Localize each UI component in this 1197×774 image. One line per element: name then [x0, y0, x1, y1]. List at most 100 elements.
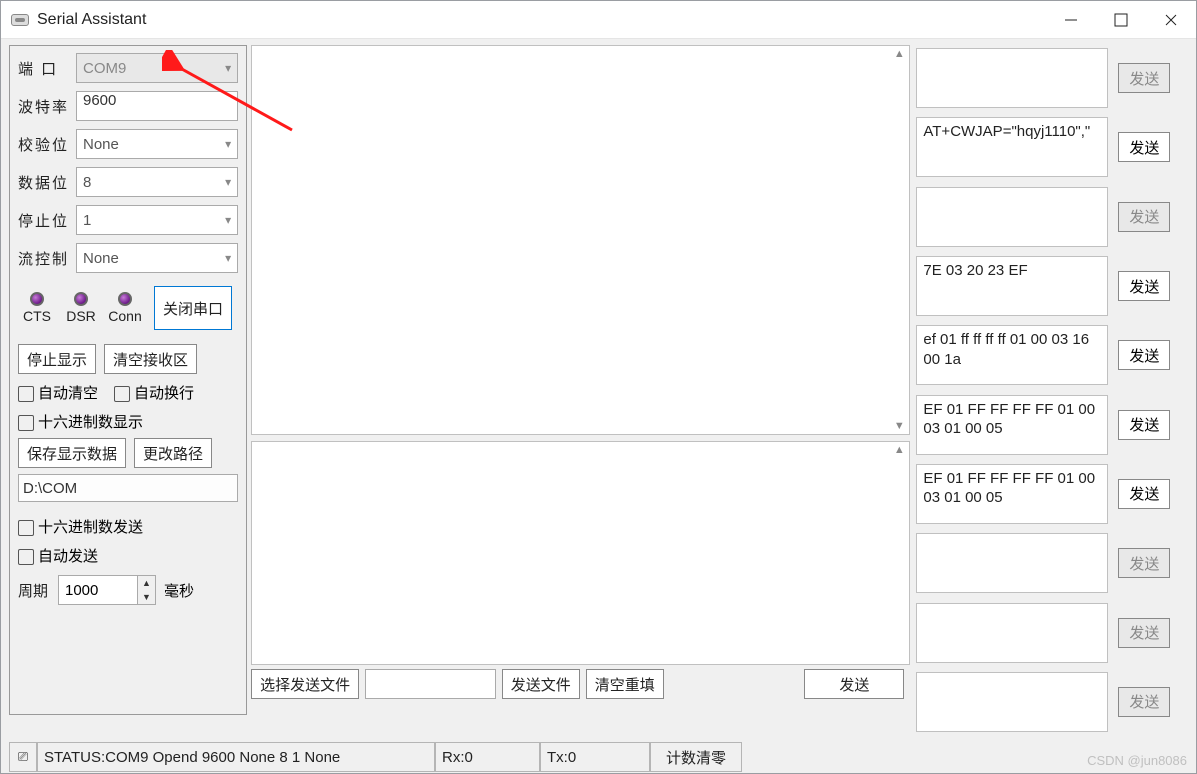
clear-refill-button[interactable]: 清空重填 — [586, 669, 664, 699]
auto-clear-checkbox[interactable]: 自动清空 — [18, 382, 98, 403]
status-text: STATUS:COM9 Opend 9600 None 8 1 None — [37, 742, 435, 772]
ms-label: 毫秒 — [164, 580, 194, 601]
close-button[interactable] — [1146, 1, 1196, 39]
hex-send-checkbox[interactable]: 十六进制数发送 — [18, 516, 143, 537]
parity-combo[interactable]: None▾ — [76, 129, 238, 159]
send-row: 发送 — [916, 45, 1190, 111]
auto-send-checkbox[interactable]: 自动发送 — [18, 545, 98, 566]
send-row: EF 01 FF FF FF FF 01 00 03 01 00 05 发送 — [916, 461, 1190, 527]
send-row-button[interactable]: 发送 — [1118, 340, 1170, 370]
send-text-input[interactable]: ef 01 ff ff ff ff 01 00 03 16 00 1a — [916, 325, 1108, 385]
baud-input[interactable]: 9600 — [76, 91, 238, 121]
spin-up-icon[interactable]: ▲ — [138, 576, 155, 590]
window-title: Serial Assistant — [37, 11, 146, 29]
clear-count-button[interactable]: 计数清零 — [650, 742, 742, 772]
send-text-input[interactable] — [916, 533, 1108, 593]
choose-file-button[interactable]: 选择发送文件 — [251, 669, 359, 699]
send-row-button: 发送 — [1118, 687, 1170, 717]
save-data-button[interactable]: 保存显示数据 — [18, 438, 126, 468]
stop-display-button[interactable]: 停止显示 — [18, 344, 96, 374]
chevron-down-icon: ▾ — [225, 175, 231, 189]
send-file-button[interactable]: 发送文件 — [502, 669, 580, 699]
path-display: D:\COM — [18, 474, 238, 502]
auto-clear-label: 自动清空 — [38, 385, 98, 402]
scroll-up-icon[interactable]: ▲ — [893, 444, 905, 456]
watermark: CSDN @jun8086 — [1087, 753, 1187, 768]
port-value: COM9 — [83, 60, 126, 77]
chevron-down-icon: ▾ — [225, 251, 231, 265]
send-text-input[interactable]: EF 01 FF FF FF FF 01 00 03 01 00 05 — [916, 464, 1108, 524]
send-row-button[interactable]: 发送 — [1118, 132, 1170, 162]
chevron-down-icon: ▾ — [225, 213, 231, 227]
titlebar: Serial Assistant — [1, 1, 1196, 39]
period-label: 周期 — [18, 580, 58, 601]
send-text-input[interactable] — [916, 48, 1108, 108]
multi-send-panel: 发送AT+CWJAP="hqyj1110","发送发送7E 03 20 23 E… — [916, 45, 1190, 735]
period-spinner[interactable]: 1000 ▲▼ — [58, 575, 156, 605]
send-row: 发送 — [916, 599, 1190, 665]
auto-send-label: 自动发送 — [38, 548, 98, 565]
send-row-button[interactable]: 发送 — [1118, 410, 1170, 440]
period-value: 1000 — [65, 582, 98, 599]
minimize-button[interactable] — [1046, 1, 1096, 39]
send-row-button: 发送 — [1118, 202, 1170, 232]
dsr-led — [74, 292, 88, 306]
main-window: Serial Assistant 端 口 COM9▾ 波特率 9600 校验位 … — [0, 0, 1197, 774]
send-area[interactable]: ▲ — [251, 441, 910, 665]
hex-disp-label: 十六进制数显示 — [38, 414, 143, 431]
stopbits-value: 1 — [83, 212, 91, 229]
send-row-button[interactable]: 发送 — [1118, 479, 1170, 509]
send-text-input[interactable]: AT+CWJAP="hqyj1110"," — [916, 117, 1108, 177]
send-row-button: 发送 — [1118, 63, 1170, 93]
hex-send-label: 十六进制数发送 — [38, 519, 143, 536]
stopbits-label: 停止位 — [18, 210, 76, 231]
status-icon: ⎚ — [18, 749, 28, 765]
auto-wrap-checkbox[interactable]: 自动换行 — [114, 382, 194, 403]
send-row-button: 发送 — [1118, 618, 1170, 648]
tx-count: Tx:0 — [540, 742, 650, 772]
data-panel: ▲ ▼ ▲ 选择发送文件 发送文件 清空重填 发送 — [251, 45, 910, 735]
flow-combo[interactable]: None ▾ — [76, 243, 238, 273]
port-combo[interactable]: COM9 ▾ — [76, 53, 238, 83]
clear-rx-button[interactable]: 清空接收区 — [104, 344, 197, 374]
statusbar: ⎚ STATUS:COM9 Opend 9600 None 8 1 None R… — [9, 741, 1190, 773]
maximize-button[interactable] — [1096, 1, 1146, 39]
cts-label: CTS — [23, 308, 51, 324]
dsr-label: DSR — [66, 308, 96, 324]
scroll-up-icon[interactable]: ▲ — [893, 48, 905, 60]
receive-area[interactable]: ▲ ▼ — [251, 45, 910, 435]
settings-panel: 端 口 COM9▾ 波特率 9600 校验位 None▾ 数据位 8▾ 停止位 … — [9, 45, 247, 715]
databits-label: 数据位 — [18, 172, 76, 193]
send-row: 7E 03 20 23 EF 发送 — [916, 253, 1190, 319]
databits-combo[interactable]: 8▾ — [76, 167, 238, 197]
conn-led — [118, 292, 132, 306]
send-text-input[interactable] — [916, 672, 1108, 732]
send-text-input[interactable] — [916, 603, 1108, 663]
file-path-input[interactable] — [365, 669, 496, 699]
rx-count: Rx:0 — [435, 742, 540, 772]
databits-value: 8 — [83, 174, 91, 191]
flow-value: None — [83, 250, 119, 267]
send-row: 发送 — [916, 669, 1190, 735]
conn-label: Conn — [108, 308, 141, 324]
close-port-button[interactable]: 关闭串口 — [154, 286, 232, 330]
hex-display-checkbox[interactable]: 十六进制数显示 — [18, 411, 143, 432]
send-row: ef 01 ff ff ff ff 01 00 03 16 00 1a 发送 — [916, 322, 1190, 388]
chevron-down-icon: ▾ — [225, 61, 231, 75]
stopbits-combo[interactable]: 1▾ — [76, 205, 238, 235]
send-row: 发送 — [916, 184, 1190, 250]
send-row-button: 发送 — [1118, 548, 1170, 578]
send-row: EF 01 FF FF FF FF 01 00 03 01 00 05 发送 — [916, 391, 1190, 457]
send-text-input[interactable]: 7E 03 20 23 EF — [916, 256, 1108, 316]
app-icon — [11, 14, 29, 26]
baud-label: 波特率 — [18, 96, 76, 117]
spin-down-icon[interactable]: ▼ — [138, 590, 155, 604]
send-text-input[interactable]: EF 01 FF FF FF FF 01 00 03 01 00 05 — [916, 395, 1108, 455]
auto-wrap-label: 自动换行 — [134, 385, 194, 402]
parity-label: 校验位 — [18, 134, 76, 155]
send-row-button[interactable]: 发送 — [1118, 271, 1170, 301]
send-text-input[interactable] — [916, 187, 1108, 247]
send-button[interactable]: 发送 — [804, 669, 904, 699]
scroll-down-icon[interactable]: ▼ — [893, 420, 905, 432]
change-path-button[interactable]: 更改路径 — [134, 438, 212, 468]
